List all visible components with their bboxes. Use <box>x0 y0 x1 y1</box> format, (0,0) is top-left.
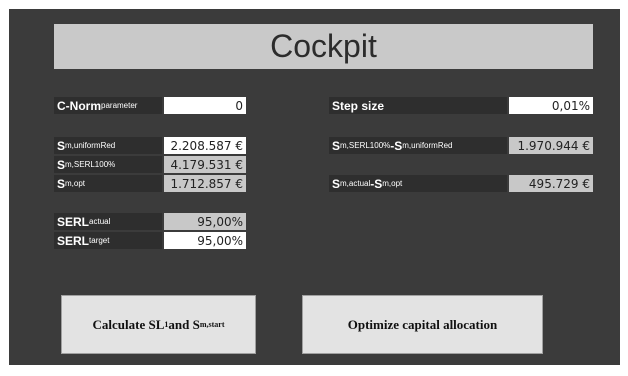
s-serl100-value: 4.179.531 € <box>164 156 246 173</box>
s-uniformred-label: Sm,uniformRed <box>54 137 162 154</box>
cnorm-label-text: C-Norm <box>57 98 101 113</box>
diff2-label-b: -S <box>370 176 383 191</box>
diff-actual-opt-label: Sm,actual -S m,opt <box>329 175 507 192</box>
s-serl100-label-text: S <box>57 157 66 172</box>
s-opt-label-text: S <box>57 176 66 191</box>
serl-target-input[interactable]: 95,00% <box>164 232 246 249</box>
serl-target-label-sub: target <box>89 236 110 245</box>
diff2-label-a: S <box>332 176 341 191</box>
calc-label-a: Calculate SL <box>92 316 165 332</box>
step-size-input[interactable]: 0,01% <box>509 97 593 114</box>
serl-actual-label: SERL actual <box>54 213 162 230</box>
s-serl100-label: Sm,SERL100% <box>54 156 162 173</box>
diff1-label-b: -S <box>390 138 403 153</box>
cnorm-label: C-Norm parameter <box>54 97 162 114</box>
diff-serl100-uniformred-label: Sm,SERL100% -S m,uniformRed <box>329 137 507 154</box>
s-uniformred-label-sub: m,uniformRed <box>65 141 116 150</box>
diff2-sub-a: m,actual <box>340 179 371 188</box>
serl-actual-label-sub: actual <box>89 217 111 226</box>
diff-serl100-uniformred-value: 1.970.944 € <box>509 137 593 154</box>
diff1-sub-a: m,SERL100% <box>340 141 391 150</box>
cockpit-panel: Cockpit C-Norm parameter 0 Sm,uniformRed … <box>9 9 620 365</box>
serl-target-label: SERL target <box>54 232 162 249</box>
optimize-capital-allocation-button[interactable]: Optimize capital allocation <box>302 295 543 354</box>
calculate-sl1-button[interactable]: Calculate SL 1 and Sm,start <box>61 295 256 354</box>
s-opt-label: Sm,opt <box>54 175 162 192</box>
calc-sub2: m,start <box>199 320 225 329</box>
cnorm-label-sub: parameter <box>101 101 138 110</box>
s-opt-label-sub: m,opt <box>65 179 86 188</box>
diff2-sub-b: m,opt <box>382 179 403 188</box>
diff-actual-opt-value: 495.729 € <box>509 175 593 192</box>
diff1-label-a: S <box>332 138 341 153</box>
calc-label-b: and S <box>168 316 200 332</box>
s-uniformred-label-text: S <box>57 138 66 153</box>
s-serl100-label-sub: m,SERL100% <box>65 160 116 169</box>
s-uniformred-value: 2.208.587 € <box>164 137 246 154</box>
serl-actual-value: 95,00% <box>164 213 246 230</box>
cnorm-input[interactable]: 0 <box>164 97 246 114</box>
s-opt-value: 1.712.857 € <box>164 175 246 192</box>
serl-target-label-text: SERL <box>57 233 90 248</box>
cockpit-title: Cockpit <box>54 24 593 69</box>
serl-actual-label-text: SERL <box>57 214 90 229</box>
step-size-label: Step size <box>329 97 507 114</box>
diff1-sub-b: m,uniformRed <box>402 141 453 150</box>
